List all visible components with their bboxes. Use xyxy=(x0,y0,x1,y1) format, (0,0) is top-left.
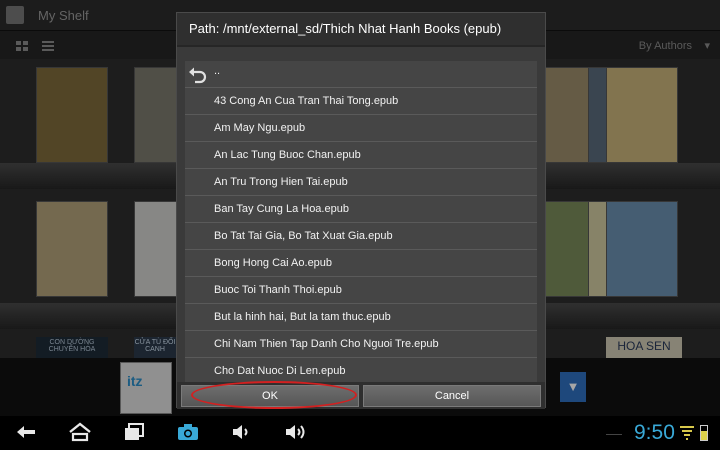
file-name: Am May Ngu.epub xyxy=(214,122,306,134)
file-list: .. 43 Cong An Cua Tran Thai Tong.epub Am… xyxy=(185,61,537,385)
file-row[interactable]: Buoc Toi Thanh Thoi.epub xyxy=(185,277,537,304)
file-row[interactable]: An Lac Tung Buoc Chan.epub xyxy=(185,142,537,169)
battery-icon xyxy=(700,425,708,441)
dialog-header: Path: /mnt/external_sd/Thich Nhat Hanh B… xyxy=(177,13,545,45)
back-button[interactable] xyxy=(12,422,40,444)
recent-apps-icon xyxy=(125,423,144,440)
file-name: Buoc Toi Thanh Thoi.epub xyxy=(214,284,342,296)
file-name: Cho Dat Nuoc Di Len.epub xyxy=(214,365,346,377)
file-row[interactable]: Chi Nam Thien Tap Danh Cho Nguoi Tre.epu… xyxy=(185,331,537,358)
divider xyxy=(606,434,622,435)
dialog-title: Path: /mnt/external_sd/Thich Nhat Hanh B… xyxy=(189,21,502,36)
file-row[interactable]: An Tru Trong Hien Tai.epub xyxy=(185,169,537,196)
volume-down-icon xyxy=(233,425,248,439)
file-row[interactable]: Bong Hong Cai Ao.epub xyxy=(185,250,537,277)
recent-apps-button[interactable] xyxy=(120,422,148,444)
home-icon xyxy=(69,422,91,442)
clock[interactable]: 9:50 xyxy=(634,421,675,445)
home-button[interactable] xyxy=(66,422,94,444)
screen: My Shelf By Authors ▾ CON DƯỜNG CHUYỂN H… xyxy=(0,0,720,450)
file-name: But la hinh hai, But la tam thuc.epub xyxy=(214,311,391,323)
back-icon xyxy=(17,426,35,438)
file-name: Ban Tay Cung La Hoa.epub xyxy=(214,203,349,215)
parent-directory-label: .. xyxy=(214,65,221,77)
file-name: Chi Nam Thien Tap Danh Cho Nguoi Tre.epu… xyxy=(214,338,439,350)
file-name: An Tru Trong Hien Tai.epub xyxy=(214,176,348,188)
divider xyxy=(177,45,545,47)
file-name: Bong Hong Cai Ao.epub xyxy=(214,257,333,269)
file-name: 43 Cong An Cua Tran Thai Tong.epub xyxy=(214,95,399,107)
volume-down-button[interactable] xyxy=(228,422,256,444)
parent-directory-row[interactable]: .. xyxy=(185,61,537,88)
file-row[interactable]: Bo Tat Tai Gia, Bo Tat Xuat Gia.epub xyxy=(185,223,537,250)
camera-icon xyxy=(178,424,198,440)
system-navbar: 9:50 xyxy=(0,416,720,450)
status-icons[interactable] xyxy=(680,425,716,443)
file-picker-dialog: Path: /mnt/external_sd/Thich Nhat Hanh B… xyxy=(176,12,546,409)
cancel-button[interactable]: Cancel xyxy=(363,385,541,407)
file-row[interactable]: 43 Cong An Cua Tran Thai Tong.epub xyxy=(185,88,537,115)
file-name: An Lac Tung Buoc Chan.epub xyxy=(214,149,361,161)
file-row[interactable]: Ban Tay Cung La Hoa.epub xyxy=(185,196,537,223)
screenshot-button[interactable] xyxy=(174,422,202,444)
volume-up-button[interactable] xyxy=(282,422,310,444)
back-arrow-icon xyxy=(189,67,207,84)
highlight-circle xyxy=(191,381,357,409)
file-row[interactable]: Am May Ngu.epub xyxy=(185,115,537,142)
file-row[interactable]: Cho Dat Nuoc Di Len.epub xyxy=(185,358,537,385)
file-name: Bo Tat Tai Gia, Bo Tat Xuat Gia.epub xyxy=(214,230,393,242)
volume-up-icon xyxy=(286,425,305,439)
file-row[interactable]: But la hinh hai, But la tam thuc.epub xyxy=(185,304,537,331)
wifi-icon xyxy=(680,425,694,441)
